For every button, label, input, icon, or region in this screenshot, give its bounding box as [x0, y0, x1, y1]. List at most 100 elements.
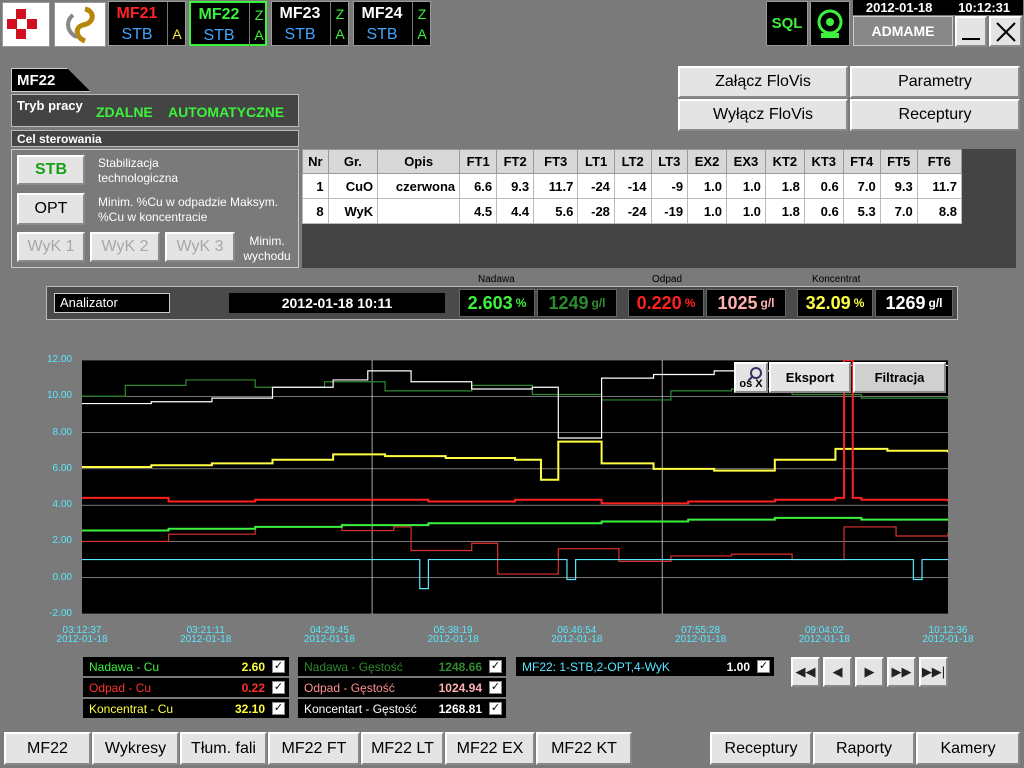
- stb-button[interactable]: STB: [17, 155, 85, 185]
- sql-button[interactable]: SQL: [766, 1, 808, 46]
- nav-wykresy[interactable]: Wykresy: [92, 732, 179, 765]
- user-button[interactable]: ADMAME: [853, 16, 953, 46]
- floviz-on-button[interactable]: Załącz FloVis: [678, 66, 848, 98]
- legend-checkbox[interactable]: ✓: [272, 702, 285, 715]
- series-line: [82, 526, 948, 575]
- cell: 0.6: [803, 198, 844, 224]
- axis-x-button[interactable]: oś X: [734, 362, 768, 393]
- prev-page-button[interactable]: ◀: [823, 657, 852, 687]
- cell: -14: [613, 173, 652, 199]
- legend-checkbox[interactable]: ✓: [272, 681, 285, 694]
- nav-mf22-kt[interactable]: MF22 KT: [536, 732, 632, 765]
- series-line: [82, 440, 948, 481]
- alarm-bell-icon[interactable]: [810, 1, 850, 46]
- y-tick-label: 8.00: [52, 426, 72, 438]
- trend-chart[interactable]: [82, 360, 948, 614]
- floviz-off-button[interactable]: Wyłącz FloVis: [678, 99, 848, 131]
- cell: 9.3: [879, 173, 918, 199]
- legend-label: MF22: 1-STB,2-OPT,4-WyK: [522, 659, 670, 674]
- fast-forward-button[interactable]: ▶▶: [887, 657, 916, 687]
- nav-raporty[interactable]: Raporty: [813, 732, 915, 765]
- nav-kamery[interactable]: Kamery: [916, 732, 1020, 765]
- y-tick-label: -2.00: [49, 608, 72, 619]
- legend-checkbox[interactable]: ✓: [757, 660, 770, 673]
- y-tick-label: 12.00: [46, 354, 72, 365]
- legend-koncentrat-gestosc[interactable]: Koncentart - Gęstość 1268.81 ✓: [298, 699, 506, 718]
- legend-nadawa-gestosc[interactable]: Nadawa - Gęstość 1248.66 ✓: [298, 657, 506, 676]
- legend-checkbox[interactable]: ✓: [489, 660, 502, 673]
- nav-mf22-lt[interactable]: MF22 LT: [361, 732, 444, 765]
- pct-unit: %: [853, 296, 865, 310]
- opt-button[interactable]: OPT: [17, 193, 85, 225]
- feed-pct: 2.603%: [459, 289, 535, 317]
- recipes-button[interactable]: Receptury: [850, 99, 1020, 131]
- nav-tlum-fali[interactable]: Tłum. fali: [180, 732, 267, 765]
- tile-z: Z: [254, 7, 264, 23]
- legend-mf22-mode[interactable]: MF22: 1-STB,2-OPT,4-WyK 1.00 ✓: [516, 657, 774, 676]
- col-header: FT5: [879, 149, 918, 174]
- legend-nadawa-cu[interactable]: Nadawa - Cu 2.60 ✓: [83, 657, 289, 676]
- table-row[interactable]: 8 WyK 4.5 4.4 5.6 -28 -24 -19 1.0 1.0 1.8 0.6 5.3 7.0…: [302, 198, 963, 224]
- minimize-icon: [962, 37, 980, 40]
- col-header: KT3: [803, 149, 844, 174]
- tile-a: A: [417, 26, 427, 42]
- nav-mf22[interactable]: MF22: [4, 732, 91, 765]
- cell: WyK: [327, 198, 379, 224]
- tail-pct-value: 0.220: [636, 292, 682, 313]
- cell: 1.0: [726, 198, 766, 224]
- conc-pct: 32.09%: [797, 289, 873, 317]
- wyk2-button[interactable]: WyK 2: [90, 232, 160, 262]
- wyk1-button[interactable]: WyK 1: [17, 232, 85, 262]
- wyk3-button[interactable]: WyK 3: [165, 232, 235, 262]
- legend-checkbox[interactable]: ✓: [489, 681, 502, 694]
- x-tick-label: 06:46:54 2012-01-18: [542, 626, 612, 645]
- y-tick-label: 6.00: [52, 462, 72, 474]
- first-page-button[interactable]: ◀◀: [791, 657, 820, 687]
- legend-checkbox[interactable]: ✓: [489, 702, 502, 715]
- series-line: [82, 516, 948, 532]
- legend-odpad-gestosc[interactable]: Odpad - Gęstość 1024.94 ✓: [298, 678, 506, 697]
- density-unit: g/l: [760, 296, 775, 310]
- params-button[interactable]: Parametry: [850, 66, 1020, 98]
- tile-name: MF23: [279, 5, 321, 22]
- legend-koncentrat-cu[interactable]: Koncentrat - Cu 32.10 ✓: [83, 699, 289, 718]
- time-value: 10:12:31: [958, 0, 1011, 15]
- close-button[interactable]: [989, 16, 1022, 47]
- legend-checkbox[interactable]: ✓: [272, 660, 285, 673]
- wyk-description: Minim. wychodu: [243, 234, 291, 263]
- tile-mf21[interactable]: MF21 STB A: [108, 1, 186, 46]
- tile-mf23[interactable]: MF23 STB Z A: [271, 1, 349, 46]
- tile-mf22[interactable]: MF22 STB Z A: [189, 1, 267, 46]
- legend-value: 0.22: [241, 680, 265, 695]
- last-page-button[interactable]: ▶▶|: [919, 657, 948, 687]
- filter-button[interactable]: Filtracja: [853, 362, 946, 393]
- opt-description: Minim. %Cu w odpadzie Maksym. %Cu w konc…: [98, 195, 279, 224]
- table-row[interactable]: 1 CuO czerwona 6.6 9.3 11.7 -24 -14 -9 1.0 1.0 1.8 0…: [302, 173, 963, 199]
- nav-mf22-ex[interactable]: MF22 EX: [445, 732, 535, 765]
- nav-mf22-ft[interactable]: MF22 FT: [268, 732, 360, 765]
- double-right-icon: ▶▶: [891, 664, 912, 679]
- cell: -19: [650, 198, 689, 224]
- legend-odpad-cu[interactable]: Odpad - Cu 0.22 ✓: [83, 678, 289, 697]
- mode-panel: Tryb pracy ZDALNE AUTOMATYCZNE: [11, 94, 299, 127]
- table-header-row: Nr Gr. Opis FT1 FT2 FT3 LT1 LT2 LT3 EX2 …: [302, 149, 963, 174]
- tile-mf24[interactable]: MF24 STB Z A: [353, 1, 431, 46]
- minimize-button[interactable]: [955, 16, 987, 47]
- right-icon: ▶: [864, 664, 875, 679]
- x-tick-label: 04:29:45 2012-01-18: [294, 626, 364, 645]
- nav-receptury[interactable]: Receptury: [710, 732, 812, 765]
- x-tick-label: 09:04:02 2012-01-18: [789, 626, 859, 645]
- tile-state: STB: [284, 26, 316, 43]
- cell: 11.7: [533, 173, 579, 199]
- goal-label-text: Cel sterowania: [17, 132, 102, 146]
- conc-density-value: 1269: [885, 292, 926, 313]
- analyzer-label: Analizator: [54, 293, 170, 313]
- legend-label: Odpad - Gęstość: [304, 680, 395, 695]
- cell: 4.4: [496, 198, 535, 224]
- export-button[interactable]: Eksport: [769, 362, 851, 393]
- tile-a: A: [172, 26, 182, 42]
- stb-description: Stabilizacja technologiczna: [98, 156, 179, 185]
- next-page-button[interactable]: ▶: [855, 657, 884, 687]
- col-header: FT3: [533, 149, 579, 174]
- top-bar: MF21 STB A MF22 STB Z A MF23 STB Z A MF2…: [0, 0, 1024, 48]
